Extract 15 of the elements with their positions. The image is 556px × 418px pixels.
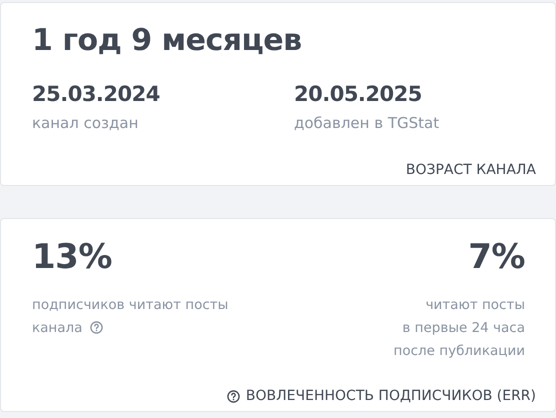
card-footer-label: ВОЗРАСТ КАНАЛА xyxy=(406,162,536,178)
date-value: 20.05.2025 xyxy=(294,82,423,106)
card-footer-label: ВОВЛЕЧЕННОСТЬ ПОДПИСЧИКОВ (ERR) xyxy=(246,388,536,404)
date-caption: добавлен в TGStat xyxy=(294,114,440,132)
date-caption: канал создан xyxy=(32,114,140,132)
channel-age: 1 год 9 месяцев xyxy=(32,23,303,58)
help-icon[interactable] xyxy=(226,390,240,402)
date-value: 25.03.2024 xyxy=(32,82,161,106)
metric-value: 7% xyxy=(468,237,525,277)
description-line: в первые 24 часа xyxy=(402,320,525,336)
metric-value: 13% xyxy=(32,237,112,277)
description-line: после публикации xyxy=(394,343,525,359)
description-line: подписчиков читают посты xyxy=(32,297,228,313)
description-line: канала xyxy=(32,320,82,336)
description-line: читают посты xyxy=(426,297,525,313)
